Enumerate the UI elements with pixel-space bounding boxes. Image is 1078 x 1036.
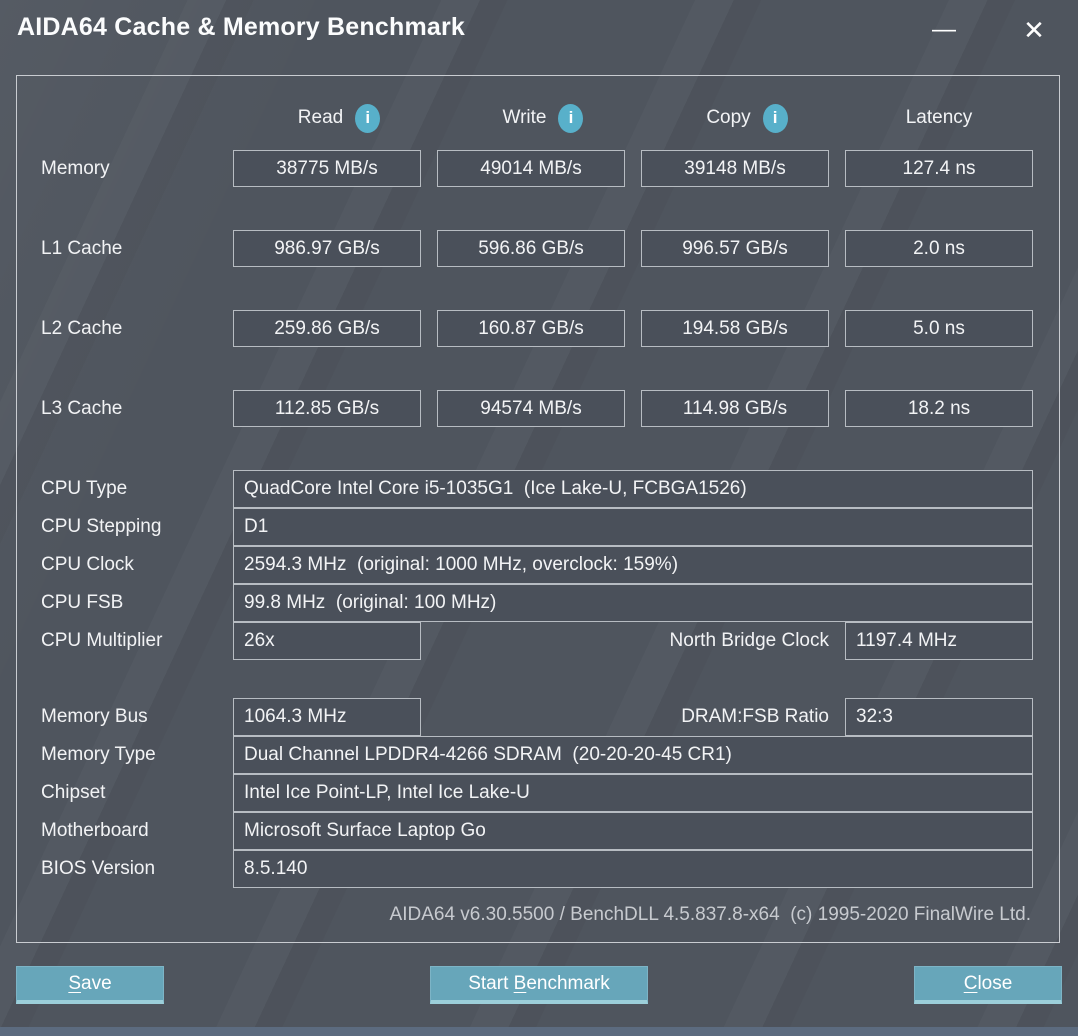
label-memory-type: Memory Type: [41, 744, 156, 765]
label-cpu-clock: CPU Clock: [41, 554, 134, 575]
row-label-memory: Memory: [41, 157, 110, 179]
label-cpu-fsb: CPU FSB: [41, 592, 124, 613]
aida64-benchmark-window: AIDA64 Cache & Memory Benchmark — ✕ Read…: [0, 0, 1078, 1036]
cpu-stepping-value: D1: [233, 508, 1033, 546]
column-header-copy: Copy i: [653, 100, 841, 136]
dram-fsb-ratio-value: 32:3: [845, 698, 1033, 736]
benchmark-panel: Read i Write i Copy i Latency Memory 387…: [16, 75, 1060, 943]
close-window-button[interactable]: ✕: [1012, 10, 1056, 50]
close-label-accel: C: [963, 972, 978, 994]
write-info-icon[interactable]: i: [558, 103, 584, 133]
l3-read-value: 112.85 GB/s: [233, 390, 421, 427]
close-button[interactable]: Close: [914, 966, 1062, 1004]
label-cpu-multiplier: CPU Multiplier: [41, 630, 163, 651]
memory-latency-value: 127.4 ns: [845, 150, 1033, 187]
row-label-l1-cache: L1 Cache: [41, 237, 123, 259]
cpu-multiplier-value: 26x: [233, 622, 421, 660]
start-label-post: enchmark: [526, 972, 610, 994]
l3-latency-value: 18.2 ns: [845, 390, 1033, 427]
copy-info-icon[interactable]: i: [762, 103, 788, 133]
minimize-icon: —: [932, 16, 956, 43]
label-chipset: Chipset: [41, 782, 106, 803]
l3-copy-value: 114.98 GB/s: [641, 390, 829, 427]
save-label-accel: S: [68, 972, 82, 994]
latency-column-label: Latency: [905, 107, 973, 128]
label-motherboard: Motherboard: [41, 820, 149, 841]
close-label-post: lose: [977, 972, 1013, 994]
row-label-l2-cache: L2 Cache: [41, 317, 123, 339]
save-label-post: ave: [81, 972, 112, 994]
start-benchmark-button[interactable]: Start Benchmark: [430, 966, 648, 1004]
copy-column-label: Copy: [706, 107, 751, 128]
row-label-l3-cache: L3 Cache: [41, 397, 123, 419]
start-label-accel: B: [513, 972, 527, 994]
save-button[interactable]: Save: [16, 966, 164, 1004]
l2-latency-value: 5.0 ns: [845, 310, 1033, 347]
minimize-button[interactable]: —: [922, 10, 966, 50]
window-bottom-strip: [0, 1027, 1078, 1036]
label-cpu-type: CPU Type: [41, 478, 128, 499]
window-title: AIDA64 Cache & Memory Benchmark: [17, 13, 466, 41]
l1-copy-value: 996.57 GB/s: [641, 230, 829, 267]
l1-latency-value: 2.0 ns: [845, 230, 1033, 267]
l1-write-value: 596.86 GB/s: [437, 230, 625, 267]
write-column-label: Write: [502, 107, 547, 128]
l2-copy-value: 194.58 GB/s: [641, 310, 829, 347]
memory-bus-value: 1064.3 MHz: [233, 698, 421, 736]
cpu-type-value: QuadCore Intel Core i5-1035G1 (Ice Lake-…: [233, 470, 1033, 508]
chipset-value: Intel Ice Point-LP, Intel Ice Lake-U: [233, 774, 1033, 812]
bios-version-value: 8.5.140: [233, 850, 1033, 888]
label-memory-bus: Memory Bus: [41, 706, 148, 727]
memory-copy-value: 39148 MB/s: [641, 150, 829, 187]
l2-write-value: 160.87 GB/s: [437, 310, 625, 347]
l3-write-value: 94574 MB/s: [437, 390, 625, 427]
label-dram-fsb-ratio: DRAM:FSB Ratio: [681, 706, 829, 727]
read-column-label: Read: [297, 107, 344, 128]
memory-type-value: Dual Channel LPDDR4-4266 SDRAM (20-20-20…: [233, 736, 1033, 774]
column-header-read: Read i: [245, 100, 433, 136]
memory-write-value: 49014 MB/s: [437, 150, 625, 187]
motherboard-value: Microsoft Surface Laptop Go: [233, 812, 1033, 850]
close-icon: ✕: [1023, 14, 1045, 45]
column-header-latency: Latency: [845, 100, 1033, 136]
label-cpu-stepping: CPU Stepping: [41, 516, 162, 537]
read-info-icon[interactable]: i: [355, 103, 381, 133]
cpu-clock-value: 2594.3 MHz (original: 1000 MHz, overcloc…: [233, 546, 1033, 584]
label-bios-version: BIOS Version: [41, 858, 156, 879]
north-bridge-clock-value: 1197.4 MHz: [845, 622, 1033, 660]
column-header-write: Write i: [449, 100, 637, 136]
l1-read-value: 986.97 GB/s: [233, 230, 421, 267]
version-credit-text: AIDA64 v6.30.5500 / BenchDLL 4.5.837.8-x…: [389, 904, 1031, 925]
memory-read-value: 38775 MB/s: [233, 150, 421, 187]
l2-read-value: 259.86 GB/s: [233, 310, 421, 347]
start-label-pre: Start: [468, 972, 514, 994]
cpu-fsb-value: 99.8 MHz (original: 100 MHz): [233, 584, 1033, 622]
label-north-bridge-clock: North Bridge Clock: [669, 630, 829, 651]
